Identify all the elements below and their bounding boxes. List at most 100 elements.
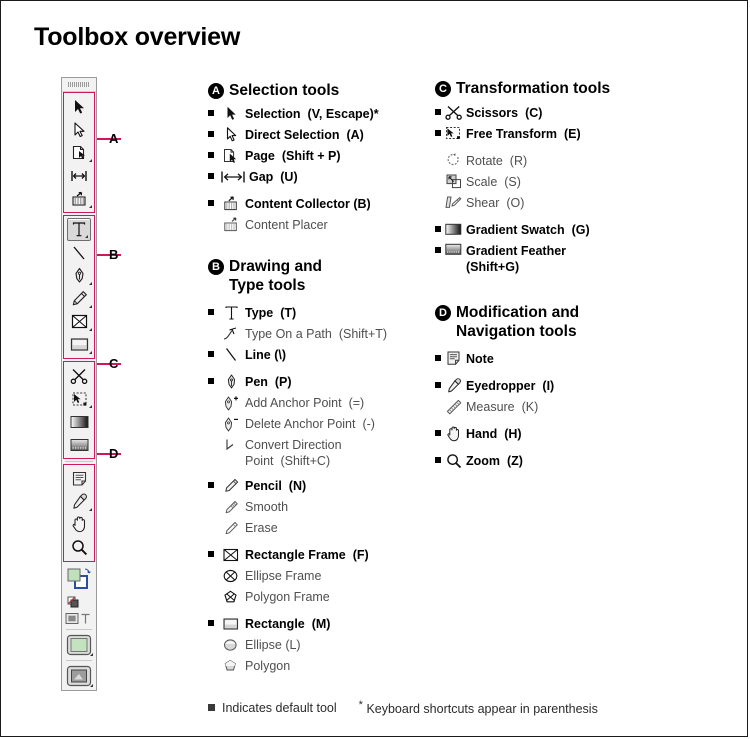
tool-row[interactable]: Smooth [208, 497, 423, 517]
tool-row[interactable]: Selection (V, Escape)* [208, 104, 423, 124]
gradient-swatch-tool-button[interactable] [64, 410, 94, 433]
normal-view-mode-button[interactable] [63, 632, 95, 658]
tool-row[interactable]: Scale (S) [435, 172, 665, 192]
toolbox-group-a [63, 92, 95, 213]
flyout-triangle-icon [89, 205, 92, 208]
tool-row[interactable]: Add Anchor Point (=) [208, 393, 423, 413]
tool-label: Direct Selection (A) [245, 128, 364, 142]
gradient-swatch-icon [70, 415, 89, 429]
delete-anchor-point-icon [220, 414, 242, 433]
free-transform-tool-button[interactable] [64, 387, 94, 410]
tool-row[interactable]: Line (\) [208, 345, 423, 365]
section-title: Selection tools [229, 82, 340, 99]
tool-row[interactable]: Zoom (Z) [435, 451, 665, 471]
selection-tool-button[interactable] [64, 95, 94, 118]
tool-row[interactable]: Content Collector (B) [208, 194, 423, 214]
tool-row[interactable]: Gradient Feather (Shift+G) [435, 241, 665, 275]
tool-row[interactable]: Ellipse Frame [208, 566, 423, 586]
default-tool-marker-empty [435, 172, 444, 178]
flyout-triangle-icon [89, 328, 92, 331]
section-transformation-tools: C Transformation tools Scissors (C) Free… [435, 79, 665, 275]
tool-row[interactable]: Eyedropper (I) [435, 376, 665, 396]
tool-list-d: Note Eyedropper (I) Measure (K) Hand (H)… [435, 349, 665, 471]
pencil-tool-button[interactable] [64, 287, 94, 310]
tool-row[interactable]: Direct Selection (A) [208, 125, 423, 145]
tool-row[interactable]: Page (Shift + P) [208, 146, 423, 166]
tool-row[interactable]: Delete Anchor Point (-) [208, 414, 423, 434]
tool-row[interactable]: Gradient Swatch (G) [435, 220, 665, 240]
formatting-affects-container-icon [65, 612, 93, 625]
tool-row[interactable]: Type On a Path (Shift+T) [208, 324, 423, 344]
section-selection-tools: A Selection tools Selection (V, Escape)* [208, 81, 423, 235]
tool-row[interactable]: Rotate (R) [435, 151, 665, 171]
hand-tool-button[interactable] [64, 513, 94, 536]
pen-tool-button[interactable] [64, 264, 94, 287]
default-tool-marker-empty [208, 435, 220, 441]
rectangle-frame-tool-button[interactable] [64, 310, 94, 333]
tool-row[interactable]: Erase [208, 518, 423, 538]
add-anchor-point-icon [220, 393, 242, 412]
toolbox-palette[interactable] [61, 77, 97, 691]
type-icon [72, 222, 86, 237]
selection-icon [220, 104, 242, 123]
tool-row[interactable]: Hand (H) [435, 424, 665, 444]
tool-row[interactable]: Type (T) [208, 303, 423, 323]
tool-row[interactable]: Scissors (C) [435, 103, 665, 123]
tool-row[interactable]: Polygon [208, 656, 423, 676]
tool-row[interactable]: Rectangle (M) [208, 614, 423, 634]
page-tool-button[interactable] [64, 141, 94, 164]
scissors-tool-button[interactable] [64, 364, 94, 387]
eyedropper-icon [444, 376, 463, 395]
tool-label: Line (\) [245, 348, 286, 362]
flyout-triangle-icon [90, 684, 93, 687]
tool-row[interactable]: Convert Direction Point (Shift+C) [208, 435, 423, 469]
free-transform-icon [71, 391, 88, 407]
screen-mode-button[interactable] [63, 663, 95, 689]
formatting-affects-toggle[interactable] [63, 610, 95, 627]
rectangle-tool-button[interactable] [64, 333, 94, 356]
gradient-feather-tool-button[interactable] [64, 433, 94, 456]
tool-label: Rectangle Frame (F) [245, 548, 369, 562]
content-collector-tool-button[interactable] [64, 187, 94, 210]
tool-row[interactable]: Free Transform (E) [435, 124, 665, 144]
tool-row[interactable]: Ellipse (L) [208, 635, 423, 655]
default-tool-marker-empty [208, 393, 220, 399]
gap-tool-button[interactable] [64, 164, 94, 187]
tool-label: Erase [245, 521, 278, 535]
tool-label: Add Anchor Point (=) [245, 396, 365, 410]
tool-row[interactable]: Rectangle Frame (F) [208, 545, 423, 565]
selection-icon [73, 99, 86, 115]
default-tool-marker-empty [208, 587, 220, 593]
default-none-swatches[interactable] [63, 595, 95, 610]
section-modification-navigation-tools: D Modification and Navigation tools Note [435, 303, 665, 471]
tool-row[interactable]: Pen (P) [208, 372, 423, 392]
flyout-triangle-icon [89, 305, 92, 308]
line-tool-button[interactable] [64, 241, 94, 264]
palette-grip[interactable] [62, 78, 96, 92]
fill-stroke-swatch-icon [66, 567, 92, 593]
tool-row[interactable]: Pencil (N) [208, 476, 423, 496]
type-tool-button[interactable] [67, 218, 91, 241]
tool-row[interactable]: Shear (O) [435, 193, 665, 213]
hand-icon [444, 424, 463, 443]
pen-icon [72, 267, 87, 284]
section-title: Modification and Navigation tools [456, 304, 580, 340]
note-tool-button[interactable] [64, 467, 94, 490]
free-transform-icon [444, 124, 463, 143]
tool-row[interactable]: Content Placer [208, 215, 423, 235]
tool-row[interactable]: Polygon Frame [208, 587, 423, 607]
tool-row[interactable]: Note [435, 349, 665, 369]
smooth-icon [220, 497, 242, 516]
toolbox-group-c [63, 361, 95, 459]
tool-label: Convert Direction Point (Shift+C) [245, 438, 342, 468]
pen-icon [220, 372, 242, 391]
tool-label: Ellipse Frame [245, 569, 322, 583]
eyedropper-tool-button[interactable] [64, 490, 94, 513]
fill-stroke-swatches[interactable] [63, 565, 95, 595]
tool-row[interactable]: Gap (U) [208, 167, 423, 187]
tool-row[interactable]: Measure (K) [435, 397, 665, 417]
tool-label: Type (T) [245, 306, 297, 320]
pencil-icon [220, 476, 242, 495]
direct-selection-tool-button[interactable] [64, 118, 94, 141]
zoom-tool-button[interactable] [64, 536, 94, 559]
